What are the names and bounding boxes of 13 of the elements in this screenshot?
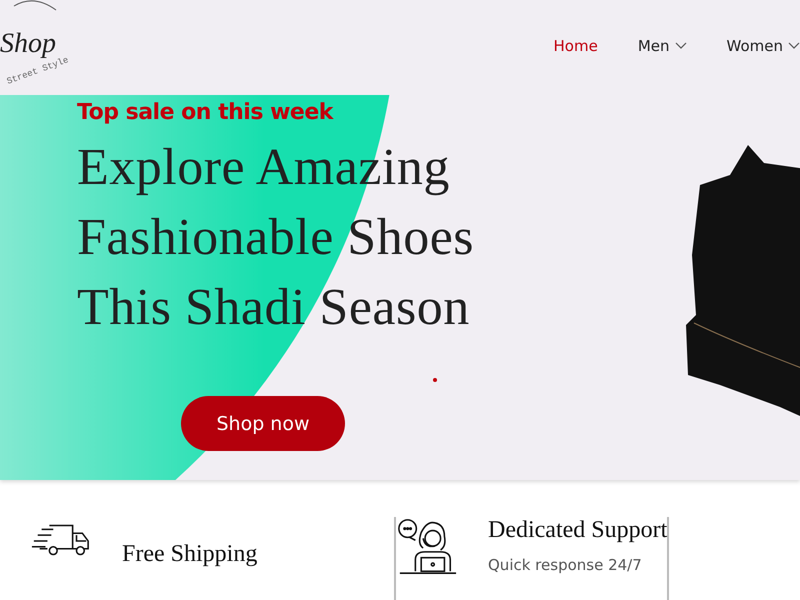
nav-link[interactable]: Women	[726, 37, 800, 55]
nav-link[interactable]: Home	[554, 37, 598, 55]
nav-link[interactable]: Men	[638, 37, 687, 55]
sale-tagline: Top sale on this week	[77, 100, 335, 125]
headline: This Shadi Season	[77, 278, 471, 338]
logo-script: Shop	[0, 28, 56, 59]
feature-title: Free Shipping	[122, 541, 258, 568]
headline: Fashionable Shoes	[77, 208, 476, 268]
shop-now-button[interactable]: Shop now	[181, 396, 345, 451]
accent-dot	[433, 378, 437, 382]
truck-icon	[30, 523, 92, 557]
feature-subtitle: Quick response 24/7	[488, 556, 643, 574]
feature-title: Dedicated Support	[488, 517, 668, 544]
